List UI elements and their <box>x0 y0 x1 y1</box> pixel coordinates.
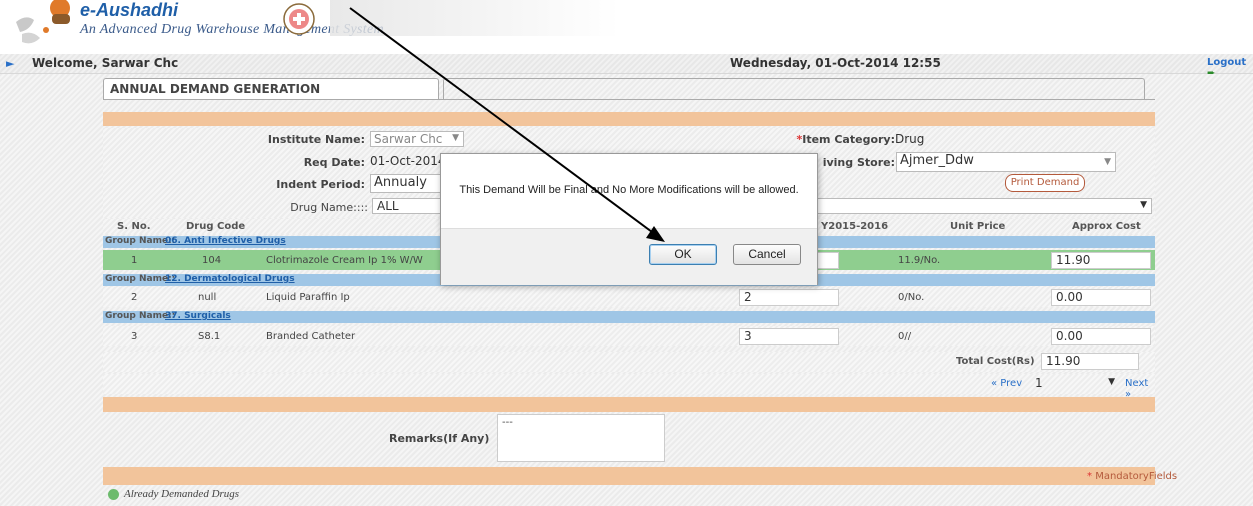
table-row: 2 null Liquid Paraffin Ip 2 0/No. 0.00 <box>103 287 1155 307</box>
logout-label[interactable]: Logout <box>1207 57 1246 68</box>
row-drug-code: null <box>198 292 217 303</box>
row-drug-code: 104 <box>202 255 222 266</box>
nav-arrow-icon[interactable]: ► <box>6 57 14 70</box>
drug-name-label: Drug Name:::: <box>290 201 368 214</box>
institute-select[interactable]: Sarwar Chc ▼ <box>370 131 464 147</box>
pagination: « Prev 1 ▼ Next » <box>103 374 1155 400</box>
dropdown-arrow-icon: ▼ <box>452 133 459 143</box>
institute-value: Sarwar Chc <box>374 132 443 146</box>
mandatory-text: MandatoryFields <box>1095 471 1178 482</box>
page-select[interactable]: 1 ▼ <box>1035 376 1119 391</box>
cancel-button[interactable]: Cancel <box>733 244 801 265</box>
app-title: e-Aushadhi <box>80 0 179 20</box>
group-link[interactable]: 37. Surgicals <box>165 311 231 321</box>
confirm-dialog: This Demand Will be Final and No More Mo… <box>440 153 818 285</box>
app-logo-icon <box>16 0 70 44</box>
store-select[interactable]: Ajmer_Ddw ▼ <box>896 152 1116 172</box>
total-cost-input[interactable]: 11.90 <box>1041 353 1139 370</box>
col-fy: Y2015-2016 <box>821 221 889 232</box>
row-drug-name: Branded Catheter <box>266 331 356 342</box>
qty-input[interactable]: 2 <box>739 289 839 306</box>
req-date-label: Req Date: <box>303 156 365 169</box>
row-unit-price: 0// <box>898 331 912 342</box>
current-datetime: Wednesday, 01-Oct-2014 12:55 <box>730 56 941 70</box>
cost-input[interactable]: 0.00 <box>1051 328 1151 345</box>
institute-label: Institute Name: <box>267 133 365 146</box>
row-sno: 2 <box>131 292 138 303</box>
table-row: 3 S8.1 Branded Catheter 3 0// 0.00 <box>103 326 1155 346</box>
row-drug-name: Liquid Paraffin Ip <box>266 292 350 303</box>
legend-text: Already Demanded Drugs <box>124 488 240 500</box>
group-link[interactable]: 06. Anti Infective Drugs <box>165 236 286 246</box>
remarks-label: Remarks(If Any) <box>389 432 490 445</box>
drug-name-value: ALL <box>377 199 399 213</box>
dropdown-arrow-icon: ▼ <box>1104 157 1111 167</box>
row-sno: 3 <box>131 331 138 342</box>
total-cost-label: Total Cost(Rs) <box>956 356 1035 367</box>
legend-dot-icon <box>108 489 119 500</box>
required-star: * <box>1087 471 1092 482</box>
tab-label[interactable]: ANNUAL DEMAND GENERATION <box>110 82 320 96</box>
remarks-textarea[interactable]: --- <box>497 414 665 462</box>
indent-period-label: Indent Period: <box>276 178 365 191</box>
print-demand-button[interactable]: Print Demand <box>1005 174 1085 192</box>
mandatory-fields-note: * MandatoryFields <box>1087 471 1177 482</box>
cost-input[interactable]: 11.90 <box>1051 252 1151 269</box>
ok-button[interactable]: OK <box>649 244 717 265</box>
footer-strip <box>103 467 1155 485</box>
row-drug-code: S8.1 <box>198 331 221 342</box>
col-drug-code: Drug Code <box>186 221 246 232</box>
dialog-footer: OK Cancel <box>441 228 817 285</box>
section-header-strip <box>103 112 1155 126</box>
qty-input[interactable]: 3 <box>739 328 839 345</box>
store-value: Ajmer_Ddw <box>900 153 974 168</box>
item-category-label: *Item Category: <box>790 133 895 146</box>
tab-annual-demand[interactable]: ANNUAL DEMAND GENERATION <box>103 78 439 99</box>
row-unit-price: 0/No. <box>898 292 925 303</box>
cost-input[interactable]: 0.00 <box>1051 289 1151 306</box>
tab-spacer <box>443 78 1145 99</box>
col-sno: S. No. <box>117 221 151 232</box>
header-banner-fade <box>330 0 620 36</box>
welcome-text: Welcome, Sarwar Chc <box>32 56 179 70</box>
col-unit-price: Unit Price <box>950 221 1006 232</box>
group-link[interactable]: 12. Dermatological Drugs <box>165 274 295 284</box>
indent-period-value: Annualy <box>374 175 427 190</box>
store-label: iving Store: <box>822 156 895 169</box>
group-row: Group Name:: 37. Surgicals <box>103 311 1155 323</box>
col-approx-cost: Approx Cost <box>1072 221 1141 232</box>
total-row: Total Cost(Rs) 11.90 <box>103 352 1155 372</box>
dialog-message: This Demand Will be Final and No More Mo… <box>459 184 799 196</box>
section-divider-strip <box>103 397 1155 412</box>
dropdown-arrow-icon: ▼ <box>1140 200 1147 210</box>
item-category-label-text: Item Category: <box>802 133 895 146</box>
tab-strip: ANNUAL DEMAND GENERATION <box>103 78 1155 100</box>
prev-page-link[interactable]: « Prev <box>991 378 1022 389</box>
req-date-value: 01-Oct-2014 <box>370 154 446 168</box>
row-sno: 1 <box>131 255 138 266</box>
page-select-value: 1 <box>1035 376 1043 390</box>
item-category-value: Drug <box>895 132 925 146</box>
dropdown-arrow-icon: ▼ <box>1108 377 1115 387</box>
row-drug-name: Clotrimazole Cream Ip 1% W/W <box>266 255 423 266</box>
welcome-bar: ► Welcome, Sarwar Chc Wednesday, 01-Oct-… <box>0 54 1253 79</box>
row-unit-price: 11.9/No. <box>898 255 941 266</box>
app-header: e-Aushadhi An Advanced Drug Warehouse Ma… <box>0 0 1253 54</box>
indent-period-select[interactable]: Annualy <box>370 174 442 193</box>
emblem-icon <box>283 3 315 35</box>
